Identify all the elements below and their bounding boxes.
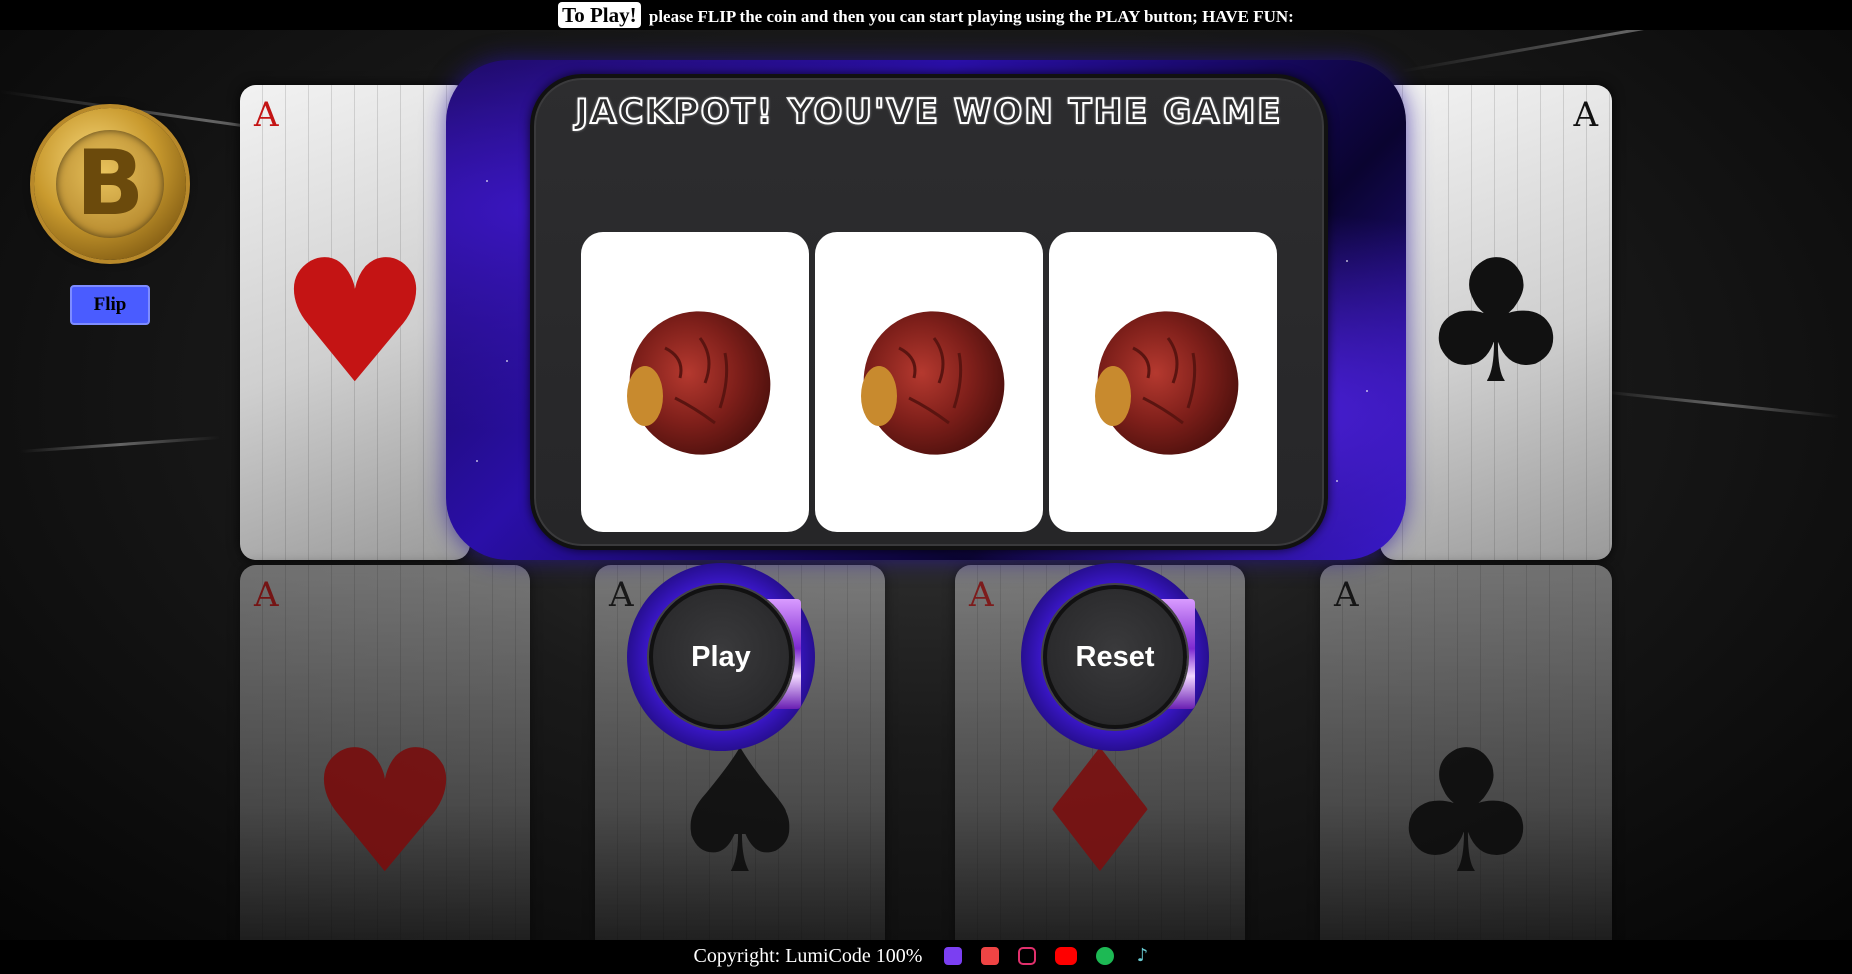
card-rank: A [1334,575,1359,615]
coin-symbol: B [75,131,145,236]
result-title: JACKPOT! YOU'VE WON THE GAME [574,91,1283,133]
reel-3 [1049,232,1277,532]
play-button[interactable]: Play [649,585,793,729]
tiktok-icon[interactable]: ♪ [1133,947,1151,965]
reset-button-frame: Reset [1021,563,1209,751]
background-card: A ♣ [1380,85,1612,560]
card-rank: A [254,95,279,135]
bitcoin-coin-icon: B [34,108,186,260]
flip-button[interactable]: Flip [70,285,150,325]
date-fruit-icon [861,311,1005,455]
social-icons: ♪ [937,941,1158,974]
play-button-frame: Play [627,563,815,751]
background-card: A ♣ [1320,565,1612,940]
instagram-icon[interactable] [1018,947,1037,966]
club-icon: ♣ [1389,714,1543,912]
copyright-text: Copyright: LumiCode 100% [693,945,923,967]
heart-icon: ♥ [278,223,432,422]
background-card: A ♥ [240,85,470,560]
heart-icon: ♥ [308,714,462,912]
date-fruit-icon [1095,311,1239,455]
reel-2 [815,232,1043,532]
github-icon[interactable] [981,947,1000,966]
background-card: A ♥ [240,565,530,940]
reset-button[interactable]: Reset [1043,585,1187,729]
spade-icon: ♠ [663,714,817,912]
to-play-label: To Play! [558,2,641,28]
slot-machine: JACKPOT! YOU'VE WON THE GAME [446,60,1406,560]
youtube-icon[interactable] [1055,947,1078,966]
reel-1 [581,232,809,532]
card-rank: A [969,575,994,615]
instructions-bar: To Play! please FLIP the coin and then y… [0,0,1852,30]
date-fruit-icon [627,311,771,455]
instructions-text: please FLIP the coin and then you can st… [648,7,1294,26]
card-rank: A [1573,95,1598,135]
linkedin-icon[interactable] [944,947,963,966]
diamond-icon: ♦ [1023,714,1177,912]
spotify-icon[interactable] [1096,947,1115,966]
card-rank: A [609,575,634,615]
club-icon: ♣ [1419,223,1573,422]
card-rank: A [254,575,279,615]
footer: Copyright: LumiCode 100% ♪ [0,940,1852,973]
slot-panel: JACKPOT! YOU'VE WON THE GAME [530,74,1328,550]
